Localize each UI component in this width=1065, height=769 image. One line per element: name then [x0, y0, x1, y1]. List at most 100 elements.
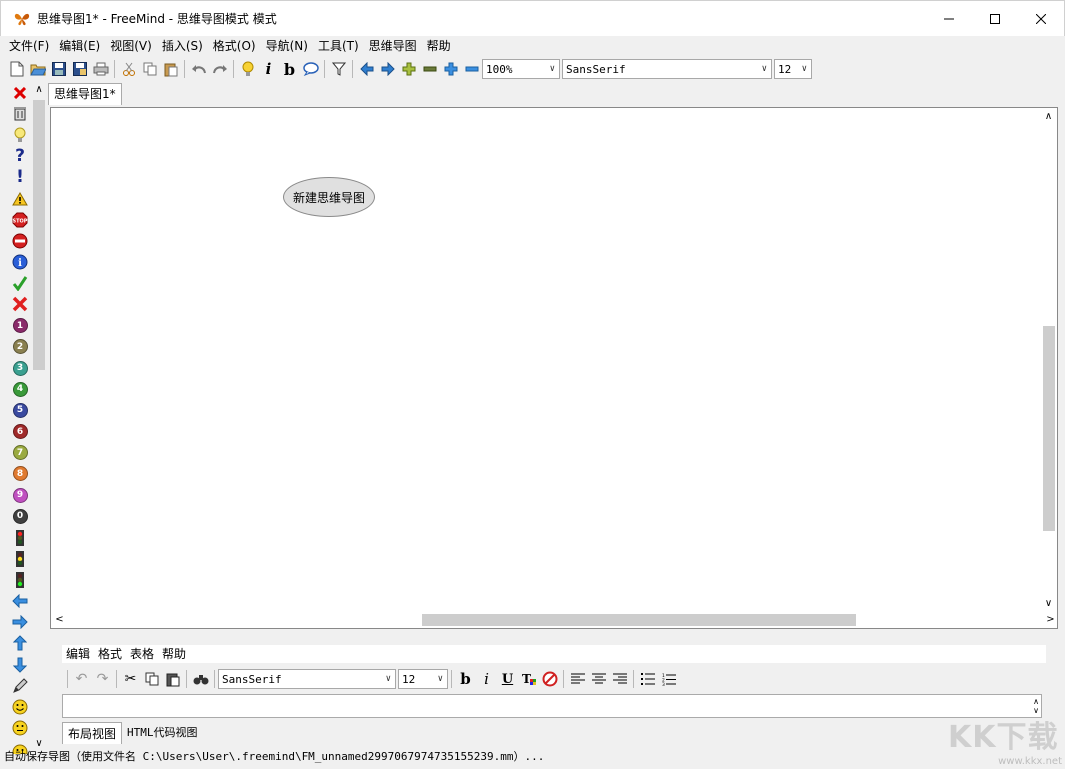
priority-8-icon[interactable]: 8 [7, 463, 33, 484]
editor-font-size-select[interactable]: 12 ∨ [398, 669, 448, 689]
idea-icon[interactable] [7, 124, 33, 145]
priority-6-icon[interactable]: 6 [7, 421, 33, 442]
menu-mindmap[interactable]: 思维导图 [364, 36, 422, 56]
menu-view[interactable]: 视图(V) [105, 36, 157, 56]
smiley-neutral-icon[interactable] [7, 718, 33, 739]
scroll-up-icon[interactable]: ∧ [32, 82, 46, 98]
open-folder-icon[interactable] [27, 59, 48, 80]
text-color-icon[interactable]: T [518, 669, 539, 690]
close-button[interactable] [1018, 1, 1064, 37]
copy-icon[interactable] [141, 669, 162, 690]
zoom-out-icon[interactable] [461, 59, 482, 80]
maximize-button[interactable] [972, 1, 1018, 37]
cross-icon[interactable] [7, 294, 33, 315]
remove-icon-icon[interactable] [7, 82, 33, 103]
warning-icon[interactable] [7, 188, 33, 209]
scroll-down-icon[interactable]: ∨ [1040, 595, 1057, 612]
italic-icon[interactable]: i [258, 59, 279, 80]
root-node[interactable]: 新建思维导图 [283, 177, 375, 217]
menu-tools[interactable]: 工具(T) [313, 36, 364, 56]
save-icon[interactable] [48, 59, 69, 80]
traffic-light-yellow-icon[interactable] [7, 548, 33, 569]
scroll-up-icon[interactable]: ∧ [1040, 108, 1057, 125]
traffic-light-green-icon[interactable] [7, 569, 33, 590]
menu-help[interactable]: 帮助 [422, 36, 456, 56]
stop-icon[interactable]: STOP [7, 209, 33, 230]
info-icon[interactable]: i [7, 252, 33, 273]
copy-icon[interactable] [139, 59, 160, 80]
editor-menu-edit[interactable]: 编辑 [62, 644, 94, 664]
new-file-icon[interactable] [6, 59, 27, 80]
undo-icon[interactable]: ↶ [71, 669, 92, 690]
priority-3-icon[interactable]: 3 [7, 357, 33, 378]
note-text-area[interactable]: ∧ ∨ [62, 694, 1042, 718]
priority-0-icon[interactable]: 0 [7, 506, 33, 527]
menu-insert[interactable]: 插入(S) [157, 36, 208, 56]
exclamation-icon[interactable]: ! [7, 167, 33, 188]
arrow-left-blue-icon[interactable] [7, 591, 33, 612]
paste-icon[interactable] [160, 59, 181, 80]
priority-1-icon[interactable]: 1 [7, 315, 33, 336]
priority-5-icon[interactable]: 5 [7, 400, 33, 421]
priority-2-icon[interactable]: 2 [7, 336, 33, 357]
find-binoculars-icon[interactable] [190, 669, 211, 690]
no-entry-icon[interactable] [7, 230, 33, 251]
checkmark-icon[interactable] [7, 273, 33, 294]
icon-panel-scrollbar[interactable]: ∧ ∨ [32, 82, 46, 752]
scroll-thumb[interactable] [422, 614, 856, 626]
cut-icon[interactable]: ✂ [120, 669, 141, 690]
canvas-horizontal-scrollbar[interactable]: < > [51, 611, 1055, 628]
priority-4-icon[interactable]: 4 [7, 379, 33, 400]
menu-edit[interactable]: 编辑(E) [54, 36, 105, 56]
zoom-select[interactable]: 100% ∨ [482, 59, 560, 79]
save-as-icon[interactable] [69, 59, 90, 80]
priority-7-icon[interactable]: 7 [7, 442, 33, 463]
scroll-thumb[interactable] [33, 100, 45, 370]
undo-icon[interactable] [188, 59, 209, 80]
editor-menu-help[interactable]: 帮助 [158, 644, 190, 664]
trash-icon[interactable] [7, 103, 33, 124]
bold-icon[interactable]: b [279, 59, 300, 80]
question-icon[interactable]: ? [7, 146, 33, 167]
cloud-bubble-icon[interactable] [300, 59, 321, 80]
bold-icon[interactable]: b [455, 669, 476, 690]
clear-format-icon[interactable] [539, 669, 560, 690]
scroll-thumb[interactable] [1043, 326, 1055, 531]
editor-menu-table[interactable]: 表格 [126, 644, 158, 664]
align-left-icon[interactable] [567, 669, 588, 690]
paste-icon[interactable] [162, 669, 183, 690]
zoom-in-icon[interactable] [440, 59, 461, 80]
arrow-right-icon[interactable] [377, 59, 398, 80]
scroll-right-icon[interactable]: > [1042, 611, 1059, 628]
smiley-happy-icon[interactable] [7, 696, 33, 717]
align-right-icon[interactable] [609, 669, 630, 690]
menu-format[interactable]: 格式(O) [208, 36, 261, 56]
idea-bulb-icon[interactable] [237, 59, 258, 80]
underline-icon[interactable]: U [497, 669, 518, 690]
tab-layout-view[interactable]: 布局视图 [62, 722, 123, 744]
arrow-up-blue-icon[interactable] [7, 633, 33, 654]
italic-icon[interactable]: i [476, 669, 497, 690]
font-size-select[interactable]: 12 ∨ [774, 59, 812, 79]
cut-icon[interactable] [118, 59, 139, 80]
mindmap-canvas[interactable]: 新建思维导图 ∧ ∨ < > [50, 107, 1058, 629]
tab-html-view[interactable]: HTML代码视图 [122, 722, 203, 744]
canvas-vertical-scrollbar[interactable]: ∧ ∨ [1040, 108, 1057, 612]
menu-file[interactable]: 文件(F) [4, 36, 54, 56]
arrow-left-icon[interactable] [356, 59, 377, 80]
pencil-icon[interactable] [7, 675, 33, 696]
print-icon[interactable] [90, 59, 111, 80]
plus-bold-icon[interactable] [398, 59, 419, 80]
redo-icon[interactable]: ↷ [92, 669, 113, 690]
priority-9-icon[interactable]: 9 [7, 485, 33, 506]
minimize-button[interactable] [926, 1, 972, 37]
font-family-select[interactable]: SansSerif ∨ [562, 59, 772, 79]
editor-font-family-select[interactable]: SansSerif ∨ [218, 669, 396, 689]
scroll-left-icon[interactable]: < [51, 611, 68, 628]
tab-mindmap-1[interactable]: 思维导图1* [48, 83, 122, 105]
redo-icon[interactable] [209, 59, 230, 80]
editor-menu-format[interactable]: 格式 [94, 644, 126, 664]
arrow-down-blue-icon[interactable] [7, 654, 33, 675]
traffic-light-red-icon[interactable] [7, 527, 33, 548]
numbered-list-icon[interactable]: 123 [658, 669, 679, 690]
